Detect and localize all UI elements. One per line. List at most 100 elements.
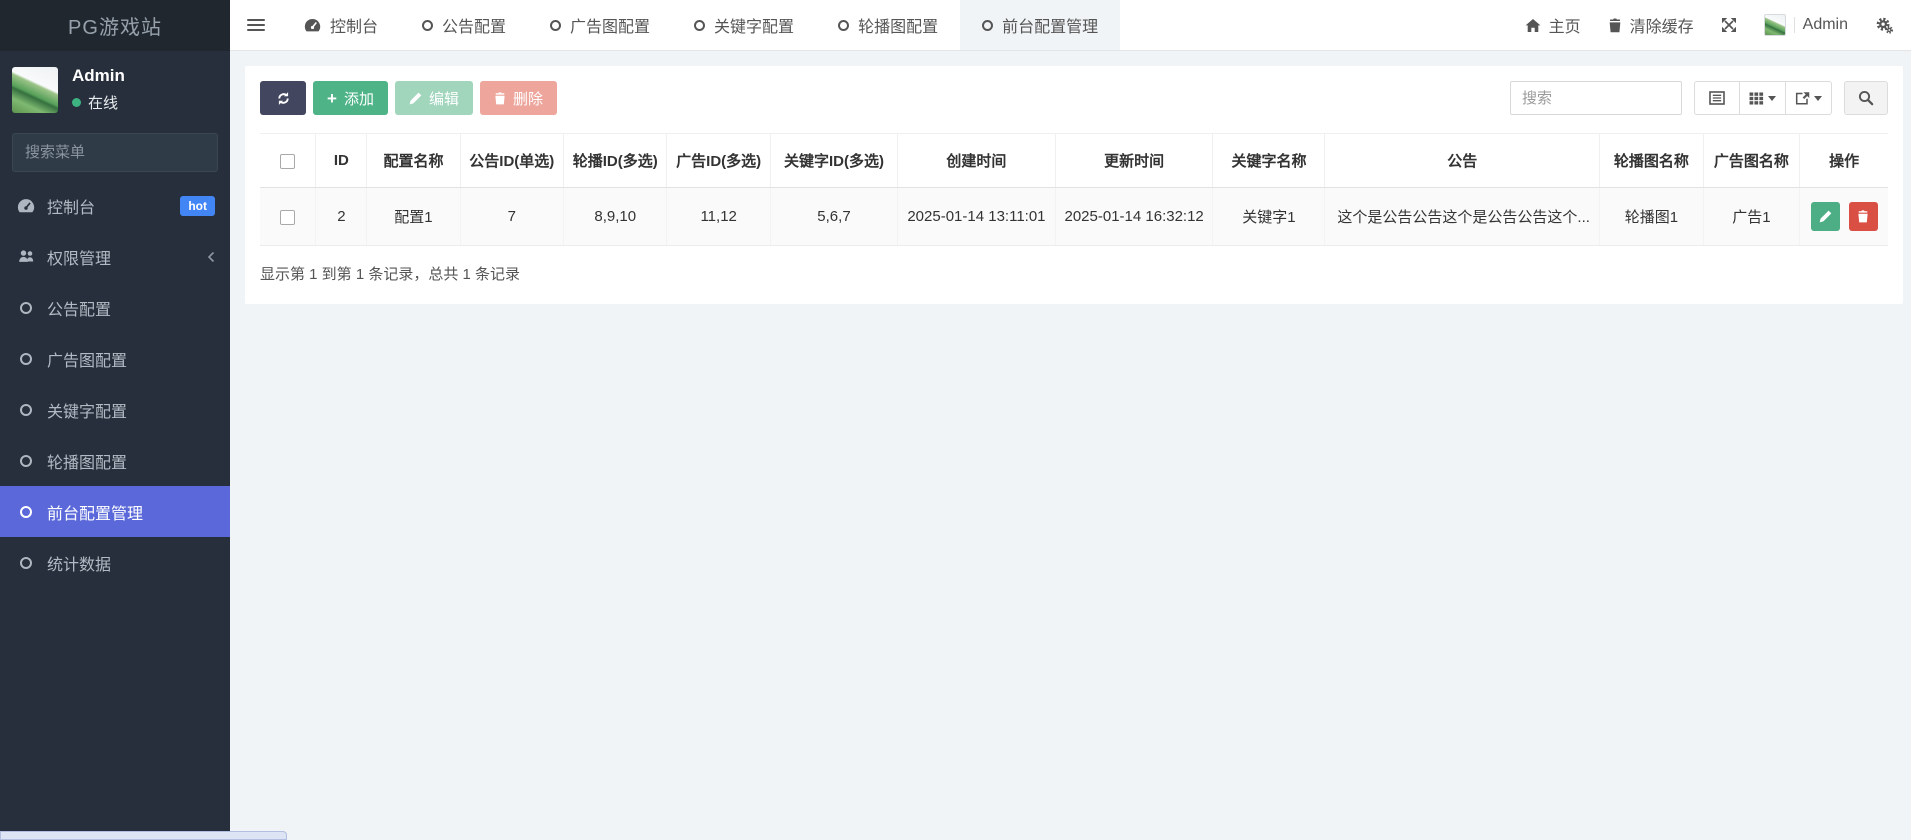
sidebar-item-ad-config[interactable]: 广告图配置: [0, 333, 230, 384]
circle-icon: [15, 505, 37, 518]
user-name: Admin: [72, 66, 125, 85]
cell-keyword-name: 关键字1: [1212, 187, 1325, 246]
circle-icon: [15, 556, 37, 569]
columns-button[interactable]: [1740, 81, 1786, 115]
chevron-left-icon: [207, 251, 215, 263]
column-header-updated-at[interactable]: 更新时间: [1054, 133, 1213, 188]
table-header-row: ID 配置名称 公告ID(单选) 轮播ID(多选) 广告ID(多选) 关键字ID…: [260, 133, 1888, 188]
detail-view-icon: [1709, 91, 1725, 105]
home-link[interactable]: 主页: [1525, 13, 1581, 37]
fullscreen-button[interactable]: [1721, 17, 1737, 33]
refresh-button[interactable]: [260, 81, 306, 115]
top-navbar: 控制台 公告配置 广告图配置 关键字配置 轮播图配置 前台配置管理 主页 清除缓…: [230, 0, 1911, 51]
trash-icon: [1858, 210, 1868, 223]
column-header-keyword-name[interactable]: 关键字名称: [1212, 133, 1325, 188]
cell-updated-at: 2025-01-14 16:32:12: [1054, 187, 1213, 246]
edit-button[interactable]: 编辑: [394, 81, 473, 115]
main-content: + 添加 编辑 删除 搜索 ID 配置名称 公告ID(单选) 轮播ID(多选) …: [230, 51, 1911, 840]
column-header-notice[interactable]: 公告: [1324, 133, 1600, 188]
row-checkbox[interactable]: [280, 209, 296, 225]
sidebar-search[interactable]: [12, 133, 224, 172]
search-icon: [1858, 90, 1874, 106]
circle-icon: [15, 403, 37, 416]
dashboard-icon: [15, 198, 37, 213]
data-table: ID 配置名称 公告ID(单选) 轮播ID(多选) 广告ID(多选) 关键字ID…: [260, 133, 1888, 246]
tab-keyword-config[interactable]: 关键字配置: [672, 0, 816, 50]
table-search-input[interactable]: [1510, 81, 1682, 115]
status-tooltip: [0, 831, 287, 840]
user-menu[interactable]: Admin: [1763, 14, 1848, 36]
avatar: [12, 66, 58, 113]
nav-tabs: 控制台 公告配置 广告图配置 关键字配置 轮播图配置 前台配置管理: [282, 0, 1121, 50]
tab-frontend-config[interactable]: 前台配置管理: [960, 0, 1121, 50]
column-header-carousel-ids[interactable]: 轮播ID(多选): [563, 133, 667, 188]
sidebar-item-carousel-config[interactable]: 轮播图配置: [0, 435, 230, 486]
dashboard-icon: [304, 18, 321, 32]
online-dot-icon: [72, 98, 81, 107]
column-header-keyword-ids[interactable]: 关键字ID(多选): [769, 133, 898, 188]
sidebar-item-frontend-config[interactable]: 前台配置管理: [0, 486, 230, 537]
row-delete-button[interactable]: [1848, 202, 1878, 231]
detail-view-button[interactable]: [1694, 81, 1740, 115]
export-icon: [1795, 92, 1810, 105]
cell-ad-ids: 11,12: [666, 187, 771, 246]
table-row[interactable]: 2 配置1 7 8,9,10 11,12 5,6,7 2025-01-14 13…: [260, 187, 1888, 246]
divider: [1793, 17, 1795, 33]
column-header-created-at[interactable]: 创建时间: [897, 133, 1056, 188]
cell-notice-id: 7: [459, 187, 564, 246]
sidebar-item-keyword-config[interactable]: 关键字配置: [0, 384, 230, 435]
toolbar-right: [1510, 81, 1888, 115]
select-all-checkbox[interactable]: [280, 153, 296, 169]
circle-icon: [15, 301, 37, 314]
cell-notice: 这个是公告公告这个是公告公告这个...: [1324, 187, 1600, 246]
trash-icon: [1609, 17, 1620, 32]
clear-cache-link[interactable]: 清除缓存: [1608, 13, 1694, 37]
search-toggle-button[interactable]: [1844, 81, 1888, 115]
sidebar-item-statistics[interactable]: 统计数据: [0, 537, 230, 588]
row-edit-button[interactable]: [1810, 202, 1840, 231]
cell-carousel-ids: 8,9,10: [563, 187, 667, 246]
sidebar-item-auth[interactable]: 权限管理: [0, 231, 230, 282]
column-header-carousel-name[interactable]: 轮播图名称: [1599, 133, 1704, 188]
toolbar: + 添加 编辑 删除: [260, 81, 1888, 115]
sidebar-item-notice-config[interactable]: 公告配置: [0, 282, 230, 333]
home-icon: [1525, 18, 1541, 32]
circle-icon: [982, 19, 994, 31]
export-button[interactable]: [1786, 81, 1832, 115]
pencil-icon: [1819, 210, 1831, 223]
column-header-operate[interactable]: 操作: [1799, 133, 1888, 188]
navbar-right: 主页 清除缓存 Admin: [1525, 0, 1911, 50]
user-panel: Admin 在线: [0, 51, 230, 123]
tab-ad-config[interactable]: 广告图配置: [528, 0, 672, 50]
tab-notice-config[interactable]: 公告配置: [400, 0, 528, 50]
tab-dashboard[interactable]: 控制台: [282, 0, 400, 50]
column-header-id[interactable]: ID: [315, 133, 367, 188]
cell-operate: [1799, 187, 1888, 246]
refresh-icon: [277, 91, 289, 105]
settings-button[interactable]: [1875, 17, 1893, 34]
circle-icon: [838, 19, 850, 31]
hamburger-icon[interactable]: [230, 0, 282, 50]
cell-id: 2: [315, 187, 367, 246]
circle-icon: [15, 454, 37, 467]
circle-icon: [694, 19, 706, 31]
column-header-config-name[interactable]: 配置名称: [366, 133, 461, 188]
tab-carousel-config[interactable]: 轮播图配置: [816, 0, 960, 50]
grid-columns-icon: [1749, 91, 1764, 105]
sidebar-search-input[interactable]: [25, 144, 224, 161]
circle-icon: [422, 19, 434, 31]
delete-button[interactable]: 删除: [479, 81, 557, 115]
sidebar: PG游戏站 Admin 在线 控制台 hot: [0, 0, 230, 840]
cell-keyword-ids: 5,6,7: [769, 187, 898, 246]
column-header-ad-name[interactable]: 广告图名称: [1702, 133, 1800, 188]
sidebar-menu: 控制台 hot 权限管理 公告配置 广告图配置 关键字配置 轮播图配置 前台配置…: [0, 180, 230, 588]
cell-carousel-name: 轮播图1: [1599, 187, 1704, 246]
add-button[interactable]: + 添加: [313, 81, 388, 115]
avatar: [1763, 14, 1786, 36]
column-header-ad-ids[interactable]: 广告ID(多选): [666, 133, 771, 188]
sidebar-item-dashboard[interactable]: 控制台 hot: [0, 180, 230, 231]
fullscreen-icon: [1721, 18, 1736, 32]
user-status: 在线: [72, 92, 125, 113]
brand-title: PG游戏站: [0, 0, 230, 51]
column-header-notice-id[interactable]: 公告ID(单选): [459, 133, 564, 188]
